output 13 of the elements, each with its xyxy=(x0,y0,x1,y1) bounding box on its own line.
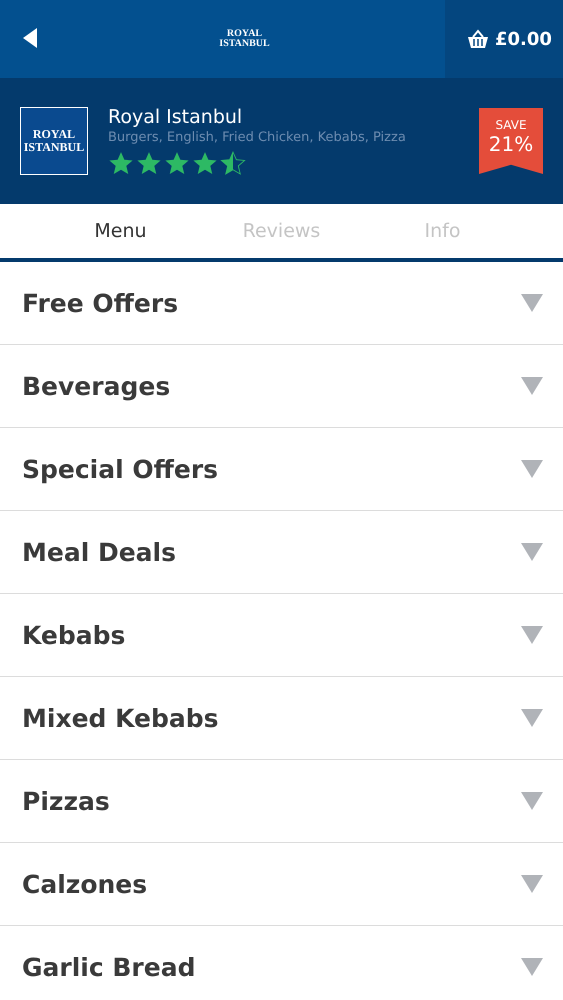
save-badge: SAVE 21% xyxy=(479,108,543,174)
cuisine-list: Burgers, English, Fried Chicken, Kebabs, Pizza xyxy=(108,130,459,145)
restaurant-logo: ROYAL ISTANBUL xyxy=(20,107,88,175)
star-icon xyxy=(136,151,162,176)
star-icon xyxy=(108,151,134,176)
tab[interactable]: Menu xyxy=(40,204,201,258)
star-icon xyxy=(220,151,246,176)
restaurant-name: Royal Istanbul xyxy=(108,106,244,128)
star-icon xyxy=(164,151,190,176)
star-icon xyxy=(192,151,218,176)
logo: ROYAL ISTANBUL xyxy=(218,29,271,49)
basket-icon xyxy=(467,29,489,49)
basket-button[interactable]: £0.00 xyxy=(445,0,563,78)
